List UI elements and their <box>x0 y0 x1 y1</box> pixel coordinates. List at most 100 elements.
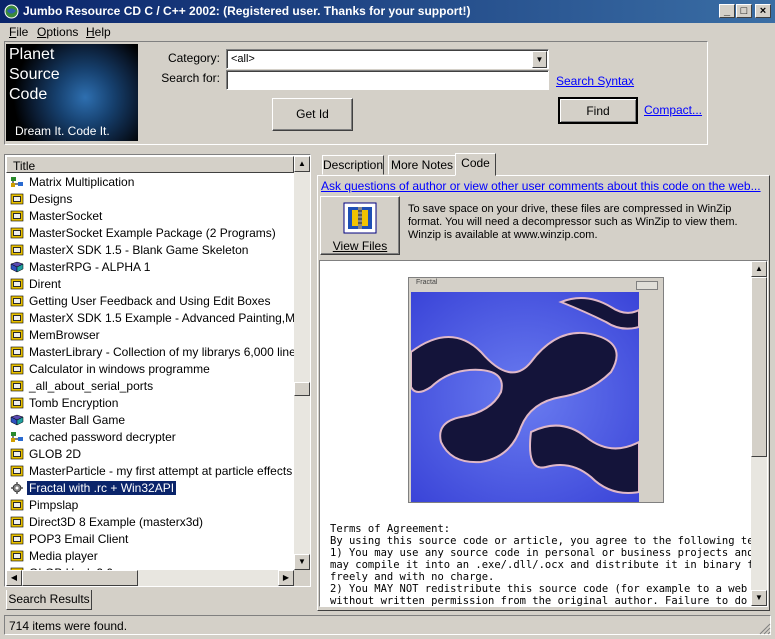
category-value: <all> <box>231 53 255 65</box>
view-files-button[interactable]: View Files <box>320 196 400 255</box>
fractal-screenshot: Fractal <box>408 277 664 503</box>
app-icon <box>4 4 19 19</box>
list-item[interactable]: Direct3D 8 Example (masterx3d) <box>6 514 294 531</box>
tab-more-notes[interactable]: More Notes <box>388 155 456 175</box>
vertical-scrollbar[interactable]: ▲ ▼ <box>294 156 310 570</box>
find-button[interactable]: Find <box>558 97 638 124</box>
book-icon <box>10 499 24 511</box>
viewer-scrollbar[interactable]: ▲ ▼ <box>751 261 767 606</box>
list-item[interactable]: cached password decrypter <box>6 429 294 446</box>
hscroll-thumb[interactable] <box>22 570 138 586</box>
list-item[interactable]: POP3 Email Client <box>6 531 294 548</box>
minimize-icon: _ <box>723 5 731 17</box>
arrow-down-icon: ▼ <box>755 593 763 602</box>
book-icon <box>10 533 24 545</box>
tab-code[interactable]: Code <box>455 153 496 176</box>
scroll-right-button[interactable]: ▶ <box>278 570 294 586</box>
tab-description[interactable]: Description <box>322 155 384 175</box>
list-item[interactable]: Matrix Multiplication <box>6 174 294 191</box>
book-icon <box>10 448 24 460</box>
menu-options[interactable]: Options <box>37 25 78 39</box>
maximize-button[interactable]: □ <box>736 4 752 18</box>
title-bar[interactable]: Jumbo Resource CD C / C++ 2002: (Registe… <box>0 0 775 23</box>
list-item-title: Dirent <box>29 277 62 291</box>
category-select[interactable]: <all> ▼ <box>226 49 549 69</box>
terms-line: 2) You MAY NOT redistribute this source … <box>330 583 768 595</box>
tab-search-results-label: Search Results <box>8 592 90 606</box>
scroll-thumb[interactable] <box>294 382 310 396</box>
resize-grip-icon[interactable] <box>759 623 771 635</box>
list-item[interactable]: Dirent <box>6 276 294 293</box>
book-icon <box>10 193 24 205</box>
horizontal-scrollbar[interactable]: ◀ ▶ <box>6 570 294 586</box>
logo-tagline: Dream It. Code It. <box>15 124 110 138</box>
chevron-down-icon[interactable]: ▼ <box>532 51 547 68</box>
code-viewer[interactable]: Fractal Terms of Agreement: By using this… <box>319 260 768 607</box>
list-item[interactable]: Media player <box>6 548 294 565</box>
list-item-title: Calculator in windows programme <box>29 362 210 376</box>
list-item[interactable]: MasterLibrary - Collection of my library… <box>6 344 294 361</box>
arrow-up-icon: ▲ <box>298 159 306 168</box>
list-item[interactable]: MasterSocket Example Package (2 Programs… <box>6 225 294 242</box>
list-item-title: Matrix Multiplication <box>29 175 135 189</box>
status-bar: 714 items were found. <box>0 613 775 639</box>
list-item[interactable]: GLOB 2D <box>6 446 294 463</box>
book-icon <box>10 244 24 256</box>
list-item[interactable]: Designs <box>6 191 294 208</box>
gear-icon <box>11 482 23 494</box>
list-item-title: MasterX SDK 1.5 Example - Advanced Paint… <box>29 311 294 325</box>
list-item-title: MasterSocket Example Package (2 Programs… <box>29 226 276 240</box>
scroll-up-button[interactable]: ▲ <box>294 156 310 172</box>
list-item[interactable]: MasterX SDK 1.5 - Blank Game Skeleton <box>6 242 294 259</box>
screenshot-titlebar: Fractal <box>410 279 662 291</box>
books-icon <box>10 261 24 273</box>
list-item[interactable]: Tomb Encryption <box>6 395 294 412</box>
list-item[interactable]: Fractal with .rc + Win32API <box>6 480 294 497</box>
list-item-title: MasterParticle - my first attempt at par… <box>29 464 293 478</box>
book-icon <box>10 380 24 392</box>
scroll-down-button[interactable]: ▼ <box>294 554 310 570</box>
compact-link[interactable]: Compact... <box>644 103 702 117</box>
results-list[interactable]: Title Matrix Multiplication Designs Master… <box>4 154 311 587</box>
book-icon <box>10 397 24 409</box>
list-item[interactable]: MasterSocket <box>6 208 294 225</box>
menu-bar: File Options Help <box>0 23 775 41</box>
viewer-scroll-down-button[interactable]: ▼ <box>751 590 767 606</box>
planet-source-code-logo: Planet Source Code Dream It. Code It. <box>6 44 138 141</box>
list-item[interactable]: Calculator in windows programme <box>6 361 294 378</box>
list-item[interactable]: Master Ball Game <box>6 412 294 429</box>
tree-icon <box>11 177 23 187</box>
search-label: Search for: <box>161 71 220 85</box>
screenshot-buttons <box>636 281 658 290</box>
menu-file[interactable]: File <box>9 25 28 39</box>
ask-questions-link[interactable]: Ask questions of author or view other us… <box>321 179 761 193</box>
logo-line: Code <box>9 86 48 103</box>
list-item-title: Master Ball Game <box>29 413 126 427</box>
minimize-button[interactable]: _ <box>719 4 735 18</box>
list-item-title: cached password decrypter <box>29 430 176 444</box>
search-syntax-link[interactable]: Search Syntax <box>556 74 634 88</box>
column-header-title[interactable]: Title <box>6 156 294 173</box>
list-item[interactable]: MasterRPG - ALPHA 1 <box>6 259 294 276</box>
list-item[interactable]: Pimpslap <box>6 497 294 514</box>
list-item[interactable]: MemBrowser <box>6 327 294 344</box>
list-item[interactable]: MasterX SDK 1.5 Example - Advanced Paint… <box>6 310 294 327</box>
viewer-scroll-thumb[interactable] <box>751 277 767 457</box>
tab-code-label: Code <box>461 156 490 170</box>
list-item[interactable]: _all_about_serial_ports <box>6 378 294 395</box>
list-item-title: MasterSocket <box>29 209 103 223</box>
close-button[interactable]: × <box>755 4 771 18</box>
viewer-scroll-up-button[interactable]: ▲ <box>751 261 767 277</box>
search-input[interactable] <box>226 70 549 90</box>
menu-help[interactable]: Help <box>86 25 111 39</box>
scroll-left-button[interactable]: ◀ <box>6 570 22 586</box>
list-item-title: Fractal with .rc + Win32API <box>27 481 177 495</box>
list-item[interactable]: MasterParticle - my first attempt at par… <box>6 463 294 480</box>
tab-search-results[interactable]: Search Results <box>6 590 92 610</box>
results-rows: Matrix Multiplication Designs MasterSocket… <box>6 174 294 570</box>
get-id-button[interactable]: Get Id <box>272 98 353 131</box>
list-item[interactable]: Getting User Feedback and Using Edit Box… <box>6 293 294 310</box>
terms-line: By using this source code or article, yo… <box>330 535 768 547</box>
view-files-label: View Files <box>332 239 388 253</box>
terms-line: Terms of Agreement: <box>330 523 451 535</box>
